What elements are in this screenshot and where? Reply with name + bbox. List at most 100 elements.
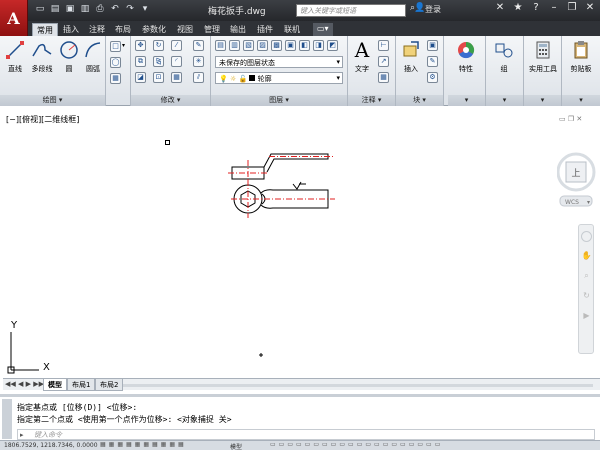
create-block-icon[interactable]: ▣ xyxy=(427,40,438,51)
open-file-icon[interactable]: ▤ xyxy=(49,3,61,15)
viewcube[interactable]: 上 WCS ▾ xyxy=(557,138,597,208)
drawing-canvas[interactable]: [−][俯视][二维线框] Y X ▭ ❐ ✕ 上 WCS ▾ ✋ ⌕ ↻ ▶ xyxy=(3,112,599,378)
steering-wheel-icon[interactable] xyxy=(581,231,592,242)
properties-button[interactable]: 特性 xyxy=(453,39,479,74)
draw-panel-title[interactable]: 绘图 ▾ xyxy=(0,95,105,106)
tab-home[interactable]: 常用 xyxy=(32,23,58,36)
save-as-icon[interactable]: ▥ xyxy=(79,3,91,15)
modify-panel-title[interactable]: 修改 ▾ xyxy=(131,95,210,106)
fillet-icon[interactable]: ◜ xyxy=(171,56,182,67)
leader-icon[interactable]: ↗ xyxy=(378,56,389,67)
layer-combo[interactable]: 💡 ☼ 🔓 轮廓 ▾ xyxy=(215,72,343,84)
layer-isolate-icon[interactable]: ▩ xyxy=(271,40,282,51)
edit-block-icon[interactable]: ✎ xyxy=(427,56,438,67)
scale-icon[interactable]: ⊡ xyxy=(153,72,164,83)
dimension-icon[interactable]: ⊢ xyxy=(378,40,389,51)
layer-lock-icon[interactable]: ◩ xyxy=(327,40,338,51)
tab-manage[interactable]: 管理 xyxy=(200,23,224,36)
table-icon[interactable]: ▦ xyxy=(378,72,389,83)
workspace-dropdown-icon[interactable]: ▾ xyxy=(139,3,151,15)
layer-match-icon[interactable]: ▧ xyxy=(243,40,254,51)
drafting-toggles-icon[interactable]: ▦▦▦▦▦▦▦▦▦▦ xyxy=(100,441,187,448)
command-prompt-icon[interactable]: ▸ xyxy=(20,430,24,440)
explode-icon[interactable]: ✳ xyxy=(193,56,204,67)
undo-icon[interactable]: ↶ xyxy=(109,3,121,15)
arc-button[interactable]: 圆弧 xyxy=(80,39,106,74)
layer-unisolate-icon[interactable]: ▣ xyxy=(285,40,296,51)
tab-insert[interactable]: 插入 xyxy=(59,23,83,36)
ellipse-icon[interactable]: ◯ xyxy=(110,57,121,68)
minimize-icon[interactable]: – xyxy=(548,2,560,13)
line-button[interactable]: 直线 xyxy=(2,39,28,74)
block-panel-title[interactable]: 块 ▾ xyxy=(396,95,443,106)
search-input[interactable]: 键入关键字或短语 xyxy=(296,4,406,17)
text-button[interactable]: A 文字 xyxy=(349,38,375,74)
tab-view[interactable]: 视图 xyxy=(173,23,197,36)
circle-button[interactable]: 圆 xyxy=(56,39,82,74)
stretch-icon[interactable]: ◪ xyxy=(135,72,146,83)
tab-model[interactable]: 模型 xyxy=(43,379,67,391)
hatch-icon[interactable]: ▦ xyxy=(110,73,121,84)
group-panel-title[interactable]: ▾ xyxy=(486,95,523,106)
pan-icon[interactable]: ✋ xyxy=(581,251,592,262)
command-input[interactable]: ▸ 键入命令 xyxy=(17,429,595,440)
tab-online[interactable]: 联机 xyxy=(280,23,304,36)
annotation-panel-title[interactable]: 注释 ▾ xyxy=(348,95,395,106)
tab-layout2[interactable]: 布局2 xyxy=(95,379,124,391)
move-icon[interactable]: ✥ xyxy=(135,40,146,51)
attribute-icon[interactable]: ⚙ xyxy=(427,72,438,83)
group-button[interactable]: 组 xyxy=(491,39,517,74)
utilities-button[interactable]: 实用工具 xyxy=(525,39,561,74)
close-icon[interactable]: ✕ xyxy=(584,2,596,13)
chevron-down-icon[interactable]: ▾ xyxy=(122,42,125,49)
tab-output[interactable]: 输出 xyxy=(226,23,250,36)
rectangle-icon[interactable]: □ xyxy=(110,41,121,52)
tab-plugins[interactable]: 插件 xyxy=(253,23,277,36)
model-space-button[interactable]: 模型 xyxy=(230,442,242,450)
redo-icon[interactable]: ↷ xyxy=(124,3,136,15)
layer-properties-icon[interactable]: ▤ xyxy=(215,40,226,51)
properties-panel-title[interactable]: ▾ xyxy=(448,95,485,106)
ribbon-extra-tab-icon[interactable]: ▭▾ xyxy=(313,23,333,36)
zoom-icon[interactable]: ⌕ xyxy=(581,271,592,282)
print-icon[interactable]: ⎙ xyxy=(94,3,106,15)
save-icon[interactable]: ▣ xyxy=(64,3,76,15)
orbit-icon[interactable]: ↻ xyxy=(581,291,592,302)
clipboard-panel-title[interactable]: ▾ xyxy=(562,95,600,106)
layer-freeze-icon[interactable]: ◨ xyxy=(313,40,324,51)
viewport-window-controls[interactable]: ▭ ❐ ✕ xyxy=(559,115,582,123)
login-button[interactable]: 登录 xyxy=(425,4,441,15)
polyline-button[interactable]: 多段线 xyxy=(28,39,56,74)
insert-block-button[interactable]: 插入 xyxy=(398,39,424,74)
tab-parametric[interactable]: 参数化 xyxy=(138,23,170,36)
application-menu-button[interactable]: A xyxy=(0,0,28,36)
tab-layout[interactable]: 布局 xyxy=(111,23,135,36)
user-icon[interactable]: 👤 xyxy=(414,3,425,13)
layer-state-combo[interactable]: 未保存的图层状态 ▾ xyxy=(215,56,343,68)
clipboard-button[interactable]: 剪贴板 xyxy=(565,39,597,74)
mirror-icon[interactable]: ⧎ xyxy=(153,56,164,67)
status-tray-icons[interactable]: ▭▭▭▭▭▭▭▭▭▭▭▭▭▭▭▭▭▭▭▭ xyxy=(270,441,443,448)
layer-off-icon[interactable]: ◧ xyxy=(299,40,310,51)
offset-icon[interactable]: ⫽ xyxy=(193,72,204,83)
tab-annotate[interactable]: 注释 xyxy=(85,23,109,36)
showmotion-icon[interactable]: ▶ xyxy=(581,311,592,322)
rotate-icon[interactable]: ↻ xyxy=(153,40,164,51)
horizontal-scrollbar[interactable] xyxy=(123,384,593,387)
help-icon[interactable]: ? xyxy=(530,2,542,13)
layout-nav-arrows-icon[interactable]: ◀◀ ◀ ▶ ▶▶ xyxy=(5,380,44,388)
new-file-icon[interactable]: ▭ xyxy=(34,3,46,15)
star-icon[interactable]: ★ xyxy=(512,2,524,13)
copy-icon[interactable]: ⧉ xyxy=(135,56,146,67)
restore-icon[interactable]: ❐ xyxy=(566,2,578,13)
layer-previous-icon[interactable]: ▨ xyxy=(257,40,268,51)
utilities-panel-title[interactable]: ▾ xyxy=(524,95,561,106)
erase-icon[interactable]: ✎ xyxy=(193,40,204,51)
layer-state-icon[interactable]: ▥ xyxy=(229,40,240,51)
tab-layout1[interactable]: 布局1 xyxy=(67,379,96,391)
trim-icon[interactable]: ⁄ xyxy=(171,40,182,51)
exchange-icon[interactable]: ✕ xyxy=(494,2,506,13)
array-icon[interactable]: ▦ xyxy=(171,72,182,83)
command-window-grip[interactable] xyxy=(2,399,12,439)
layers-panel-title[interactable]: 图层 ▾ xyxy=(211,95,347,106)
